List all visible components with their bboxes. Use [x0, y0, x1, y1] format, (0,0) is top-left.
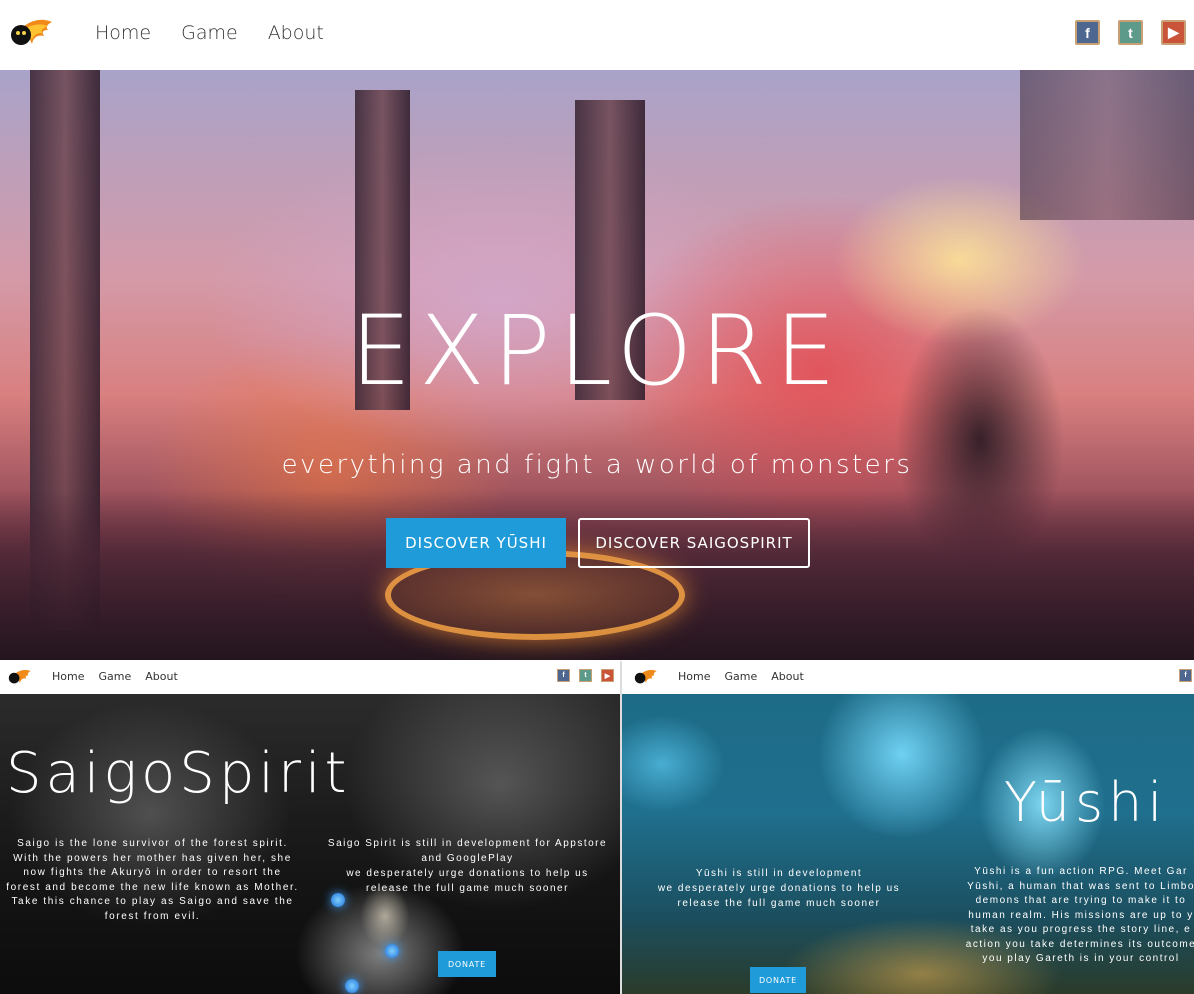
twitter-icon[interactable]: t	[579, 669, 592, 682]
spirit-orb	[385, 944, 399, 958]
spirit-orb	[345, 979, 359, 993]
saigospirit-preview: Home Game About f t ▶ SaigoSpirit Saigo …	[0, 661, 620, 994]
yushi-social-links: f	[1179, 669, 1192, 682]
yushi-navbar: Home Game About f	[622, 661, 1194, 694]
donation-appeal: we desperately urge donations to help us…	[346, 868, 589, 894]
yushi-description: Yūshi is a fun action RPG. Meet Gar Yūsh…	[965, 866, 1194, 964]
nav-about-link[interactable]: About	[145, 670, 178, 683]
nav-about-link[interactable]: About	[268, 22, 324, 44]
hero-title: EXPLORE	[350, 295, 844, 407]
nav-home-link[interactable]: Home	[52, 670, 84, 683]
yushi-donate-button[interactable]: DONATE	[750, 967, 806, 993]
yushi-title: Yūshi	[1004, 771, 1168, 834]
twitter-icon[interactable]: t	[1118, 20, 1143, 45]
dev-notice-line: Saigo Spirit is still in development for…	[327, 838, 608, 864]
youtube-icon[interactable]: ▶	[1161, 20, 1186, 45]
yushi-nav-links: Home Game About	[678, 670, 804, 683]
youtube-icon[interactable]: ▶	[601, 669, 614, 682]
discover-saigospirit-button[interactable]: DISCOVER SAIGOSPIRIT	[578, 518, 810, 568]
nav-home-link[interactable]: Home	[95, 22, 151, 44]
facebook-icon[interactable]: f	[1179, 669, 1192, 682]
donation-appeal: we desperately urge donations to help us…	[657, 883, 901, 909]
nav-home-link[interactable]: Home	[678, 670, 710, 683]
saigospirit-dev-notice: Saigo Spirit is still in development for…	[325, 836, 610, 896]
nav-game-link[interactable]: Game	[98, 670, 131, 683]
nav-game-link[interactable]: Game	[724, 670, 757, 683]
yushi-preview: Home Game About f Yūshi Yūshi is still i…	[622, 661, 1194, 994]
nav-about-link[interactable]: About	[771, 670, 804, 683]
hero-subtitle: everything and fight a world of monsters	[281, 450, 913, 480]
social-links: f t ▶	[1075, 20, 1186, 45]
facebook-icon[interactable]: f	[1075, 20, 1100, 45]
saigospirit-title: SaigoSpirit	[6, 741, 351, 806]
saigo-navbar: Home Game About f t ▶	[0, 661, 620, 694]
saigo-social-links: f t ▶	[557, 669, 614, 682]
saigo-donate-button[interactable]: DONATE	[438, 951, 496, 977]
top-navbar: Home Game About f t ▶	[0, 0, 1194, 70]
yushi-dev-notice: Yūshi is still in development we despera…	[640, 866, 918, 911]
main-nav: Home Game About	[95, 22, 324, 44]
hero-ruin-top-right	[1020, 70, 1194, 220]
dev-notice-line: Yūshi is still in development	[695, 868, 863, 879]
hero-section: EXPLORE everything and fight a world of …	[0, 70, 1194, 660]
saigospirit-description: Saigo is the lone survivor of the forest…	[6, 838, 299, 922]
fireball-logo-icon[interactable]	[634, 669, 658, 685]
facebook-icon[interactable]: f	[557, 669, 570, 682]
discover-yushi-button[interactable]: DISCOVER YŪSHI	[386, 518, 566, 568]
saigo-nav-links: Home Game About	[52, 670, 178, 683]
fireball-logo-icon[interactable]	[8, 669, 32, 685]
fireball-logo-icon[interactable]	[10, 18, 54, 48]
nav-game-link[interactable]: Game	[181, 22, 238, 44]
